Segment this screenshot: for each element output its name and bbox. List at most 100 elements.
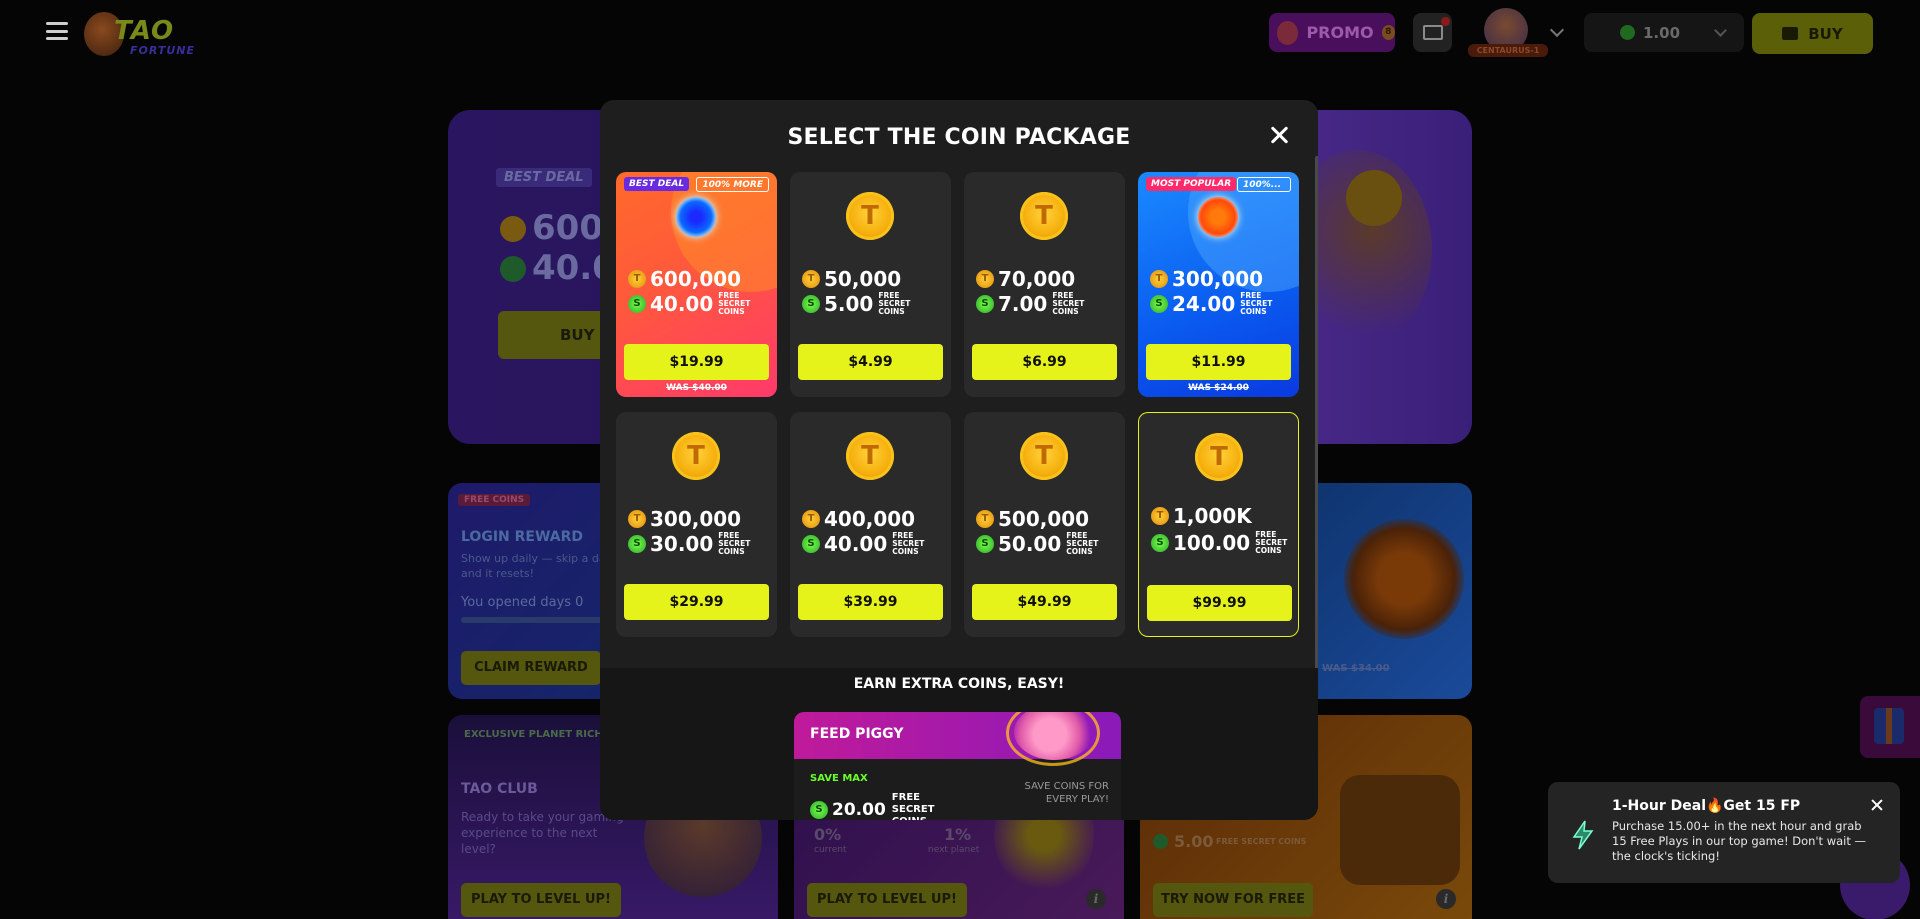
bonus-badge: 100% MORE: [696, 177, 769, 192]
secret-coin-icon: [1151, 534, 1169, 552]
secret-row: 100.00 FREE SECRET COINS: [1151, 531, 1289, 555]
package-card-most-popular[interactable]: MOST POPULAR 100%... 300,000 24.00 FREE …: [1138, 172, 1299, 397]
close-icon[interactable]: [1870, 798, 1884, 812]
secret-coin-icon: [976, 295, 994, 313]
gold-amount: 400,000: [824, 507, 916, 531]
secret-coin-icon: [628, 295, 646, 313]
package-card[interactable]: 50,000 5.00 FREE SECRET COINS $4.99: [790, 172, 951, 397]
chest-illustration: [1340, 775, 1460, 885]
gold-coin-icon: [500, 216, 526, 242]
was-price: WAS $24.00: [1188, 383, 1249, 393]
secret-row: 5.00 FREE SECRET COINS: [802, 292, 930, 316]
offer-was-price: WAS $34.00: [1322, 663, 1390, 674]
package-card-best-deal[interactable]: BEST DEAL 100% MORE 600,000 40.00 FREE S…: [616, 172, 777, 397]
profile-button[interactable]: CENTAURUS-1: [1468, 8, 1548, 58]
login-desc: Show up daily — skip a da and it resets!: [461, 552, 606, 580]
feed-piggy-card[interactable]: FEED PIGGY SAVE MAX 20.00 FREE SECRET CO…: [794, 712, 1121, 820]
mail-icon: [1422, 25, 1443, 40]
balance-selector[interactable]: 1.00: [1584, 13, 1744, 52]
coin-icon: [1195, 433, 1243, 481]
chest-value: 5.00: [1174, 832, 1214, 851]
login-title: LOGIN REWARD: [461, 529, 584, 545]
toast-body: Purchase 15.00+ in the next hour and gra…: [1612, 819, 1867, 863]
club-level-button[interactable]: PLAY TO LEVEL UP!: [461, 883, 621, 917]
scrollbar-thumb[interactable]: [1315, 156, 1318, 746]
package-card[interactable]: 70,000 7.00 FREE SECRET COINS $6.99: [964, 172, 1125, 397]
secret-row: 30.00 FREE SECRET COINS: [628, 532, 770, 556]
modal-title: SELECT THE COIN PACKAGE: [787, 125, 1131, 150]
menu-icon[interactable]: [46, 22, 68, 40]
claim-reward-button[interactable]: CLAIM REWARD: [461, 651, 601, 685]
notification-dot: [1441, 17, 1450, 26]
package-card[interactable]: 400,000 40.00 FREE SECRET COINS $39.99: [790, 412, 951, 637]
gold-row: 1,000K: [1151, 504, 1252, 528]
gold-amount: 600,000: [650, 267, 742, 291]
secret-row: 7.00 FREE SECRET COINS: [976, 292, 1104, 316]
try-free-button[interactable]: TRY NOW FOR FREE: [1153, 883, 1313, 917]
promo-label: PROMO: [1306, 23, 1374, 42]
blue-orb-icon: [676, 197, 716, 237]
price-button[interactable]: $4.99: [798, 344, 943, 380]
gold-coin-icon: [1150, 270, 1168, 288]
price-button[interactable]: $11.99: [1146, 344, 1291, 380]
gold-row: 50,000: [802, 267, 901, 291]
free-secret-label: FREE SECRET COINS: [1255, 530, 1288, 555]
info-icon[interactable]: i: [1436, 889, 1456, 909]
price-button[interactable]: $39.99: [798, 584, 943, 620]
gold-amount: 500,000: [998, 507, 1090, 531]
gold-row: 500,000: [976, 507, 1089, 531]
piggy-save-label: SAVE MAX: [810, 773, 868, 784]
coin-icon: [846, 432, 894, 480]
balance-value: 1.00: [1643, 23, 1681, 42]
side-gift-button[interactable]: [1860, 696, 1920, 758]
login-days: You opened days 0: [461, 595, 584, 610]
price-button[interactable]: $19.99: [624, 344, 769, 380]
coin-icon: [1020, 432, 1068, 480]
piggy-free-label: FREE SECRET COINS: [891, 792, 935, 820]
price-button[interactable]: $99.99: [1147, 585, 1292, 621]
price-button[interactable]: $29.99: [624, 584, 769, 620]
promo-badge-icon: 8: [1381, 25, 1395, 40]
sun-orb-icon: [1198, 197, 1238, 237]
secret-amount: 40.00: [824, 532, 888, 556]
secret-coin-icon: [976, 535, 994, 553]
level-current-pct: 0%: [814, 825, 842, 844]
package-card[interactable]: 300,000 30.00 FREE SECRET COINS $29.99: [616, 412, 777, 637]
price-button[interactable]: $6.99: [972, 344, 1117, 380]
gift-icon: [1874, 708, 1904, 744]
package-card-selected[interactable]: 1,000K 100.00 FREE SECRET COINS $99.99: [1138, 412, 1299, 637]
logo[interactable]: TAO FORTUNE: [84, 10, 204, 60]
level-up-button[interactable]: PLAY TO LEVEL UP!: [807, 883, 967, 917]
secret-coin-icon: [628, 535, 646, 553]
secret-amount: 40.00: [650, 292, 714, 316]
secret-coin-icon: [1620, 25, 1635, 40]
secret-coin-icon: [500, 256, 526, 282]
promo-button[interactable]: PROMO 8: [1269, 13, 1395, 52]
secret-coin-icon: [802, 295, 820, 313]
secret-row: 50.00 FREE SECRET COINS: [976, 532, 1118, 556]
hero-gold-value: 600: [532, 208, 603, 248]
info-icon[interactable]: i: [1086, 889, 1106, 909]
promo-gift-icon: [1277, 20, 1299, 45]
free-secret-label: FREE SECRET COINS: [1052, 291, 1085, 316]
secret-coin-icon: [1150, 295, 1168, 313]
avatar-level-tag: CENTAURUS-1: [1468, 44, 1548, 57]
gold-coin-icon: [802, 510, 820, 528]
earn-extra-title: EARN EXTRA COINS, EASY!: [853, 676, 1065, 692]
buy-button[interactable]: BUY: [1752, 13, 1873, 54]
gold-amount: 50,000: [824, 267, 902, 291]
gold-row: 600,000: [628, 267, 741, 291]
gold-amount: 300,000: [1172, 267, 1264, 291]
gold-row: 400,000: [802, 507, 915, 531]
chevron-down-icon[interactable]: [1549, 22, 1565, 38]
chest-free-label: FREE SECRET COINS: [1216, 837, 1307, 846]
club-tag: EXCLUSIVE PLANET RICHES: [464, 729, 617, 740]
toast-title: 1-Hour Deal🔥Get 15 FP: [1612, 798, 1801, 814]
close-icon[interactable]: [1268, 124, 1290, 146]
package-card[interactable]: 500,000 50.00 FREE SECRET COINS $49.99: [964, 412, 1125, 637]
gold-coin-icon: [976, 270, 994, 288]
bonus-badge: 100%...: [1237, 177, 1291, 192]
price-button[interactable]: $49.99: [972, 584, 1117, 620]
secret-amount: 24.00: [1172, 292, 1236, 316]
secret-amount: 7.00: [998, 292, 1048, 316]
